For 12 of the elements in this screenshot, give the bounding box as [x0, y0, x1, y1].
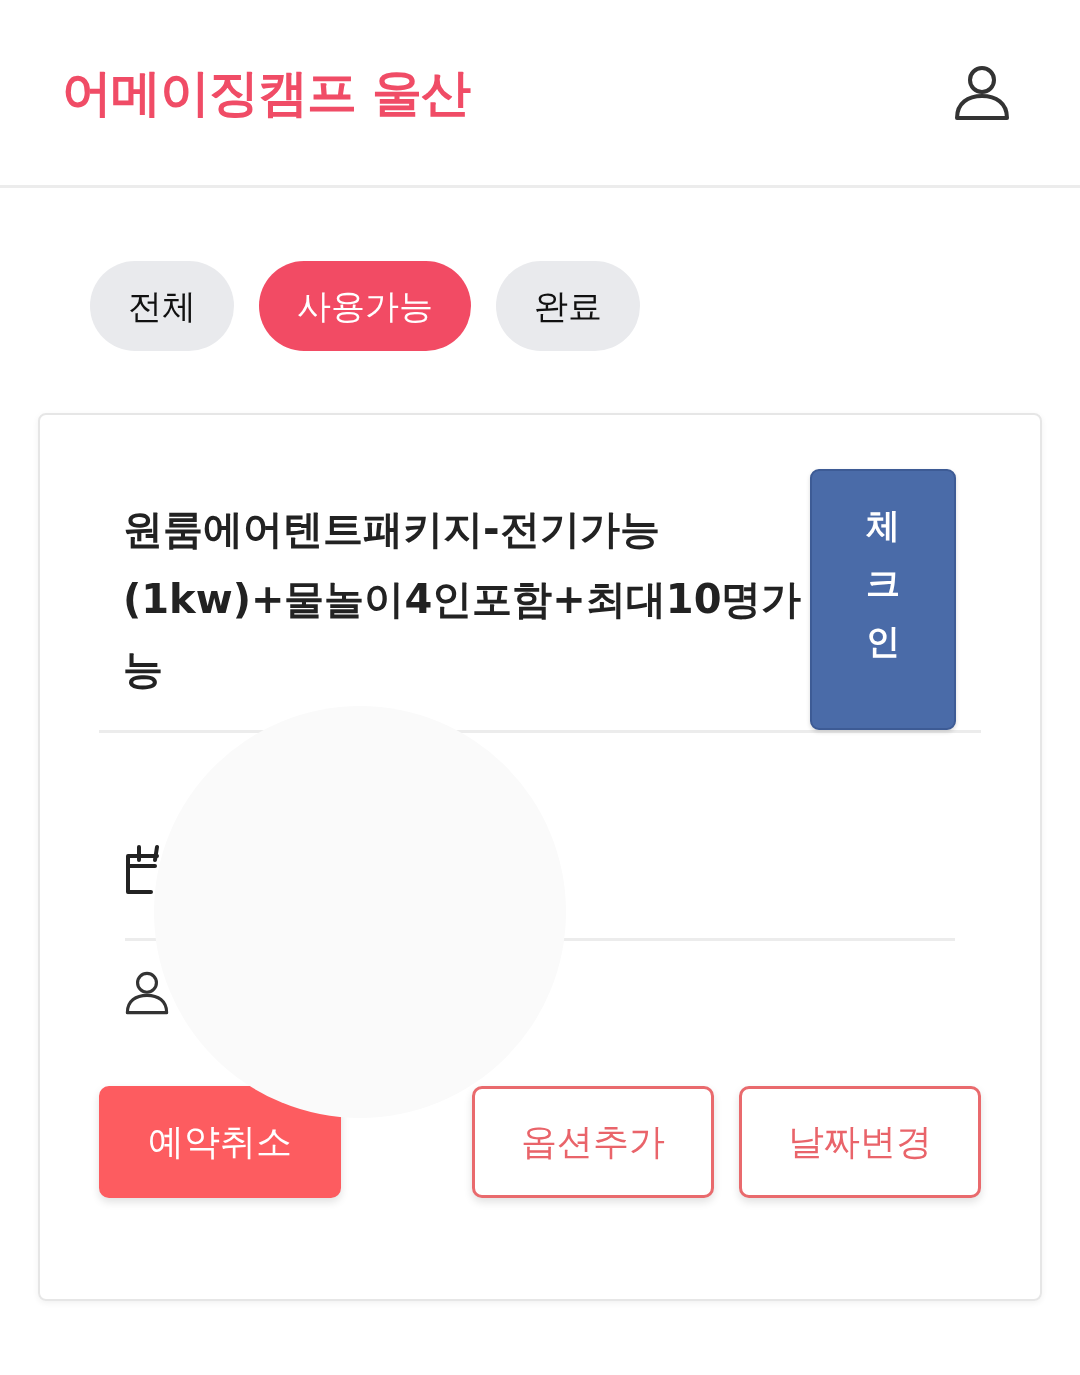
filter-tab[interactable]: 사용가능	[259, 261, 471, 351]
calendar-icon	[125, 844, 159, 894]
action-button[interactable]: 옵션추가	[472, 1086, 714, 1198]
filter-tab[interactable]: 완료	[496, 261, 640, 351]
booking-title: 원룸에어텐트패키지-전기가능(1kw)+물놀이4인포함+최대10명가능	[123, 505, 803, 694]
logo-text[interactable]: 어메이징캠프 울산	[62, 67, 471, 118]
check-in-button[interactable]: 체크인	[810, 469, 956, 730]
person-icon	[125, 970, 169, 1016]
action-button[interactable]: 날짜변경	[739, 1086, 981, 1198]
user-icon[interactable]	[954, 64, 1010, 121]
action-button[interactable]: 예약취소	[99, 1086, 341, 1198]
filter-tab[interactable]: 전체	[90, 261, 234, 351]
